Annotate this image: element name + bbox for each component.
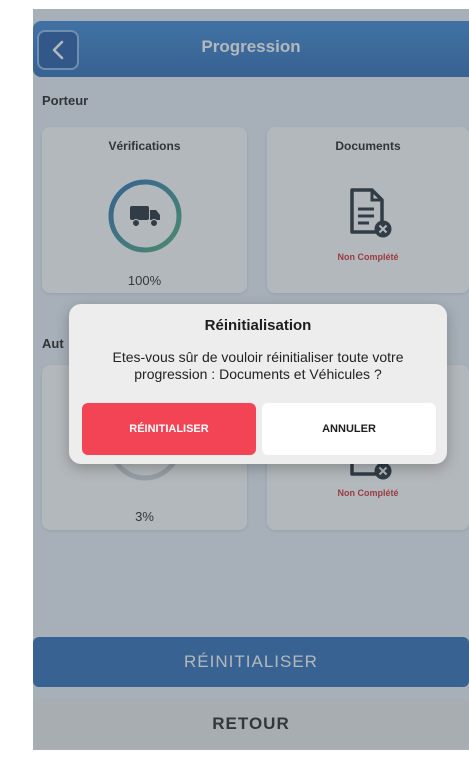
- dialog-message: Etes-vous sûr de vouloir réinitialiser t…: [112, 349, 404, 382]
- dialog-confirm-button[interactable]: RÉINITIALISER: [82, 403, 256, 455]
- reset-dialog: Réinitialisation Etes-vous sûr de vouloi…: [69, 304, 447, 464]
- dialog-cancel-button[interactable]: ANNULER: [262, 403, 436, 455]
- dialog-title: Réinitialisation: [204, 317, 312, 334]
